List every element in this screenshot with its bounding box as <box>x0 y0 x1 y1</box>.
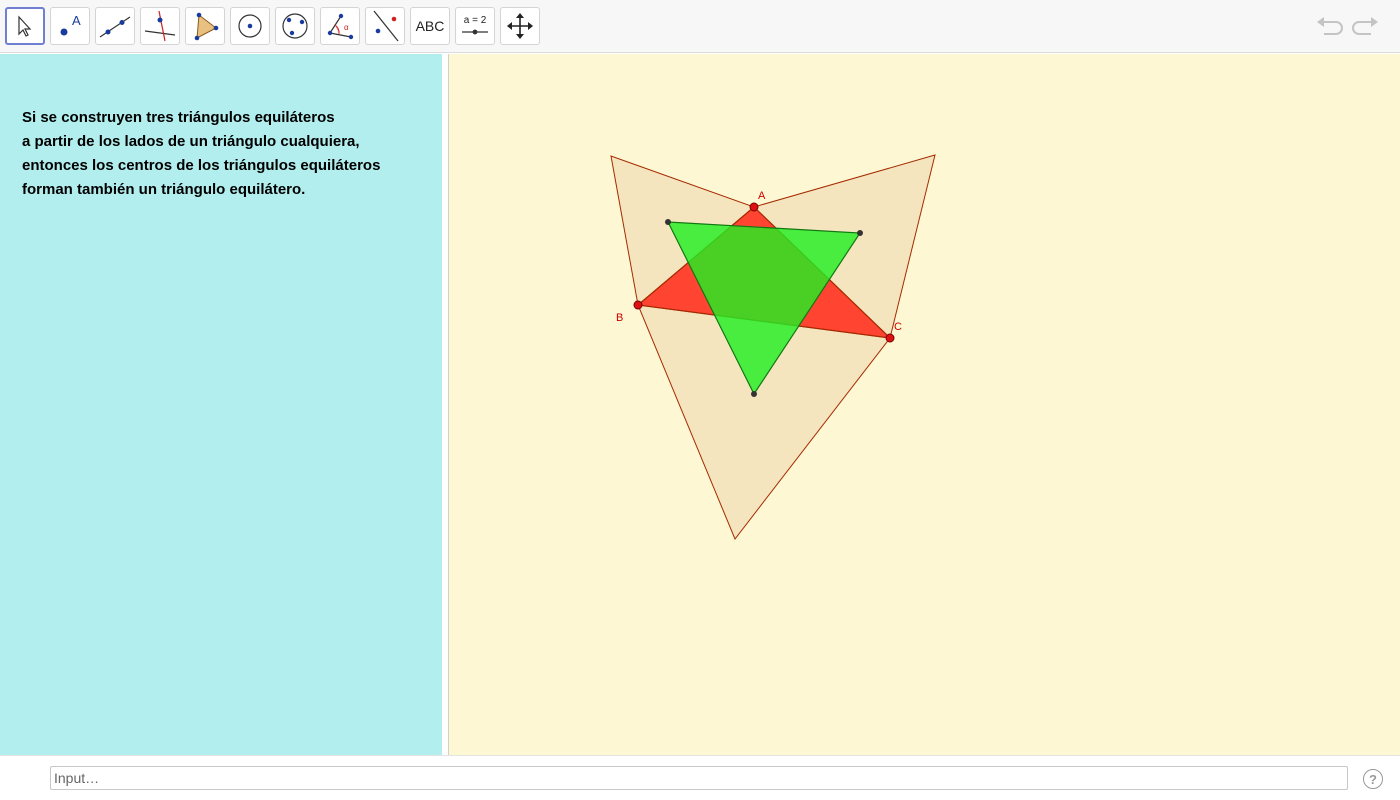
perpendicular-line-tool-button[interactable] <box>140 7 180 45</box>
slider-tool-button[interactable]: a = 2 <box>455 7 495 45</box>
point-b[interactable] <box>633 300 643 310</box>
text-tool-label: ABC <box>415 18 445 34</box>
label-c: C <box>894 321 902 333</box>
perpendicular-line-icon <box>144 10 176 42</box>
move-tool-button[interactable] <box>5 7 45 45</box>
text-tool-button[interactable]: ABC <box>410 7 450 45</box>
point-tool-button[interactable]: A <box>50 7 90 45</box>
center-point-3[interactable] <box>751 391 757 397</box>
svg-text:a = 2: a = 2 <box>464 15 487 26</box>
polygon-icon <box>194 12 219 41</box>
circle-three-points-icon <box>282 13 308 39</box>
input-bar: ? <box>0 755 1400 800</box>
toolbar: A α ABC a = 2 <box>0 0 1400 53</box>
center-point-2[interactable] <box>857 230 863 236</box>
theorem-line-1: Si se construyen tres triángulos equilát… <box>22 109 335 126</box>
circle-with-center-icon <box>238 14 262 38</box>
circle-tool-button[interactable] <box>230 7 270 45</box>
line-tool-button[interactable] <box>95 7 135 45</box>
reflect-about-line-icon <box>373 10 399 42</box>
point-icon: A <box>60 13 81 36</box>
algebra-input[interactable] <box>50 766 1348 790</box>
cursor-arrow-icon <box>18 15 32 37</box>
svg-text:A: A <box>72 13 81 28</box>
move-graphics-view-tool-button[interactable] <box>500 7 540 45</box>
slider-icon: a = 2 <box>462 15 488 35</box>
angle-icon: α <box>327 13 354 40</box>
help-icon: ? <box>1369 771 1377 787</box>
undo-button[interactable] <box>1313 12 1345 42</box>
algebra-view: Si se construyen tres triángulos equilát… <box>0 54 442 755</box>
theorem-line-2: a partir de los lados de un triángulo cu… <box>22 133 360 150</box>
point-c[interactable] <box>885 333 895 343</box>
label-a: A <box>758 190 766 202</box>
line-through-two-points-icon <box>99 16 131 38</box>
redo-button[interactable] <box>1350 12 1382 42</box>
center-point-1[interactable] <box>665 219 671 225</box>
undo-icon <box>1317 17 1343 35</box>
angle-tool-button[interactable]: α <box>320 7 360 45</box>
theorem-line-3: entonces los centros de los triángulos e… <box>22 157 381 174</box>
theorem-line-4: forman también un triángulo equilátero. <box>22 181 306 198</box>
move-arrows-icon <box>507 13 533 39</box>
point-a[interactable] <box>749 202 759 212</box>
graphics-view[interactable]: A B C <box>449 54 1400 755</box>
polygon-tool-button[interactable] <box>185 7 225 45</box>
theorem-text: Si se construyen tres triángulos equilát… <box>22 106 432 202</box>
label-b: B <box>616 312 623 324</box>
circle-three-points-tool-button[interactable] <box>275 7 315 45</box>
geogebra-app: A α ABC a = 2 Si se construyen tres triá… <box>0 0 1400 800</box>
reflect-tool-button[interactable] <box>365 7 405 45</box>
help-button[interactable]: ? <box>1363 769 1383 789</box>
svg-text:α: α <box>344 23 349 32</box>
geometry-canvas: A B C <box>610 154 936 540</box>
redo-icon <box>1352 17 1378 35</box>
